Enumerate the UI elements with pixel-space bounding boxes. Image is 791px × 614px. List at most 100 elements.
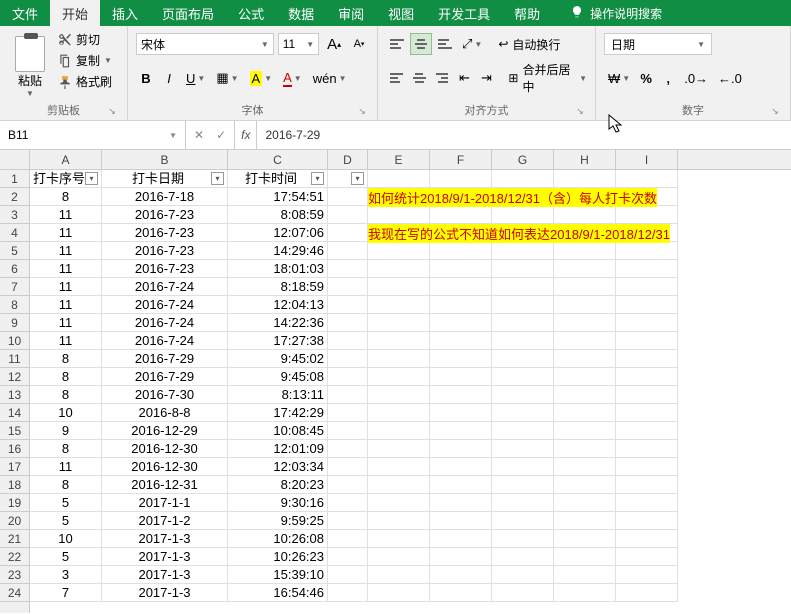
cell[interactable]: 14:22:36	[228, 314, 328, 332]
filter-button[interactable]: ▾	[85, 172, 98, 185]
cell[interactable]: 8	[30, 188, 102, 206]
cell[interactable]	[554, 512, 616, 530]
percent-button[interactable]: %	[636, 67, 656, 89]
cell[interactable]	[430, 494, 492, 512]
cell[interactable]	[492, 242, 554, 260]
row-header[interactable]: 14	[0, 404, 29, 422]
cell[interactable]	[616, 314, 678, 332]
name-box[interactable]: B11 ▼	[0, 121, 186, 149]
cell[interactable]: 18:01:03	[228, 260, 328, 278]
tab-formulas[interactable]: 公式	[226, 0, 276, 26]
tab-developer[interactable]: 开发工具	[426, 0, 502, 26]
tab-page-layout[interactable]: 页面布局	[150, 0, 226, 26]
cell[interactable]: 2016-7-30	[102, 386, 228, 404]
border-button[interactable]: ▦▼	[212, 67, 242, 89]
row-header[interactable]: 7	[0, 278, 29, 296]
cell[interactable]	[430, 404, 492, 422]
font-name-select[interactable]: 宋体 ▼	[136, 33, 274, 55]
cell[interactable]: 3	[30, 566, 102, 584]
cell[interactable]	[328, 296, 368, 314]
cell[interactable]	[368, 422, 430, 440]
cell[interactable]: 9:45:02	[228, 350, 328, 368]
cell[interactable]	[492, 260, 554, 278]
row-header[interactable]: 1	[0, 170, 29, 188]
cell[interactable]	[328, 458, 368, 476]
cell[interactable]	[616, 296, 678, 314]
cell[interactable]: 17:42:29	[228, 404, 328, 422]
cell[interactable]	[616, 332, 678, 350]
cell[interactable]	[368, 476, 430, 494]
cell[interactable]	[368, 350, 430, 368]
cell[interactable]	[616, 170, 678, 188]
cell[interactable]	[554, 278, 616, 296]
cell[interactable]: 8:20:23	[228, 476, 328, 494]
cell[interactable]: 2017-1-3	[102, 530, 228, 548]
cell[interactable]	[368, 206, 430, 224]
cell[interactable]	[328, 404, 368, 422]
cell[interactable]	[430, 170, 492, 188]
row-header[interactable]: 16	[0, 440, 29, 458]
cell[interactable]: 14:29:46	[228, 242, 328, 260]
align-top-button[interactable]	[386, 33, 408, 55]
cell[interactable]	[554, 314, 616, 332]
tell-me-search[interactable]: 操作说明搜索	[560, 0, 672, 26]
row-header[interactable]: 10	[0, 332, 29, 350]
cell[interactable]	[616, 440, 678, 458]
cell[interactable]: 2017-1-3	[102, 584, 228, 602]
cell[interactable]: 11	[30, 224, 102, 242]
cell[interactable]: 10:26:23	[228, 548, 328, 566]
cell[interactable]: 8	[30, 368, 102, 386]
col-header-A[interactable]: A	[30, 150, 102, 169]
cell[interactable]: 17:54:51	[228, 188, 328, 206]
tab-file[interactable]: 文件	[0, 0, 50, 26]
font-color-button[interactable]: A▼	[279, 67, 306, 89]
number-launcher[interactable]: ↘	[770, 106, 780, 116]
cell[interactable]: 2016-12-30	[102, 440, 228, 458]
cell[interactable]	[328, 314, 368, 332]
font-size-select[interactable]: 11 ▼	[278, 33, 319, 55]
cell[interactable]	[492, 476, 554, 494]
row-header[interactable]: 19	[0, 494, 29, 512]
cell[interactable]	[328, 350, 368, 368]
cell[interactable]	[554, 422, 616, 440]
paste-button[interactable]: 粘贴 ▼	[8, 30, 52, 98]
cell[interactable]: 2016-7-24	[102, 332, 228, 350]
cell[interactable]	[430, 458, 492, 476]
cell[interactable]	[368, 386, 430, 404]
cell[interactable]: 12:03:34	[228, 458, 328, 476]
align-center-button[interactable]	[409, 67, 430, 89]
cell[interactable]	[616, 584, 678, 602]
cell[interactable]: 11	[30, 296, 102, 314]
font-launcher[interactable]: ↘	[357, 106, 367, 116]
row-header[interactable]: 22	[0, 548, 29, 566]
cell[interactable]: 7	[30, 584, 102, 602]
cell[interactable]	[368, 368, 430, 386]
cell[interactable]: 2016-7-23	[102, 260, 228, 278]
italic-button[interactable]: I	[159, 67, 179, 89]
select-all-corner[interactable]	[0, 150, 30, 170]
underline-button[interactable]: U▼	[182, 67, 209, 89]
col-header-F[interactable]: F	[430, 150, 492, 169]
cell[interactable]	[492, 530, 554, 548]
cell[interactable]: 9:30:16	[228, 494, 328, 512]
cell[interactable]	[328, 440, 368, 458]
cell[interactable]: 2017-1-1	[102, 494, 228, 512]
cell[interactable]: 8:08:59	[228, 206, 328, 224]
cell[interactable]: 9:59:25	[228, 512, 328, 530]
col-header-H[interactable]: H	[554, 150, 616, 169]
cell[interactable]	[430, 260, 492, 278]
cell[interactable]: 8	[30, 440, 102, 458]
cell[interactable]	[616, 512, 678, 530]
cell[interactable]: 2016-7-23	[102, 206, 228, 224]
cell[interactable]	[368, 566, 430, 584]
cell[interactable]	[430, 512, 492, 530]
col-header-G[interactable]: G	[492, 150, 554, 169]
cell[interactable]: 17:27:38	[228, 332, 328, 350]
cell[interactable]	[554, 350, 616, 368]
cell[interactable]: 12:01:09	[228, 440, 328, 458]
cell[interactable]	[554, 296, 616, 314]
increase-font-button[interactable]: A▴	[323, 33, 345, 55]
cell[interactable]	[616, 458, 678, 476]
col-header-E[interactable]: E	[368, 150, 430, 169]
cell[interactable]	[554, 494, 616, 512]
